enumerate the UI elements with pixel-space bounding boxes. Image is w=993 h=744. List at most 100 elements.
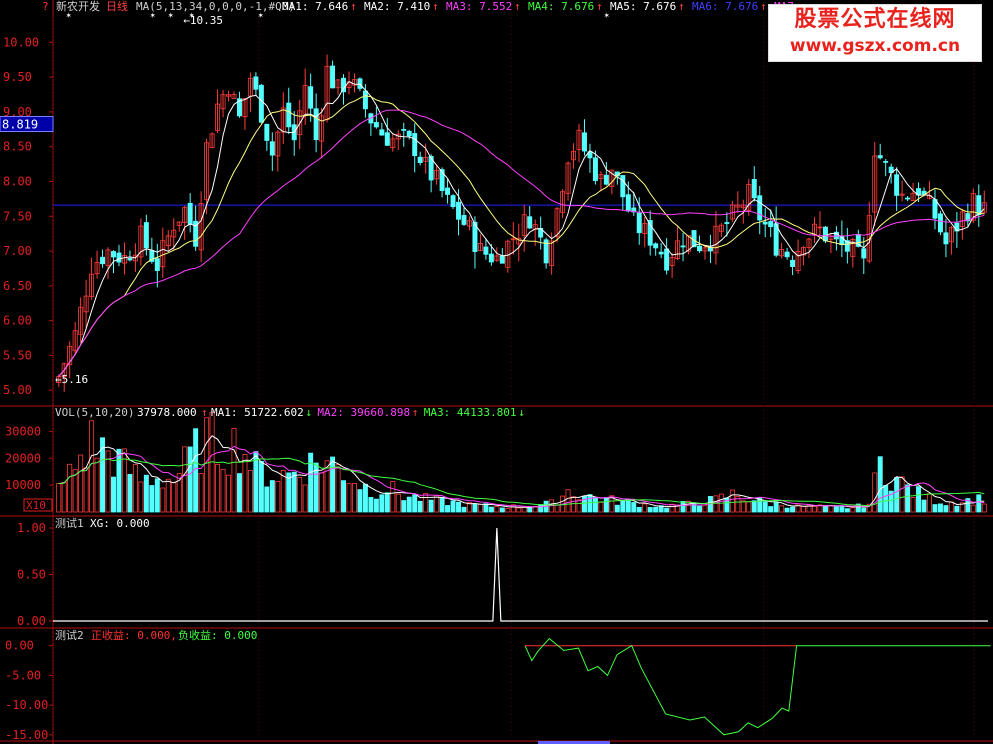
ma-item-4: MA4: 7.676 — [528, 0, 594, 13]
volume-bar-up — [242, 454, 248, 513]
volume-bar-up — [215, 463, 221, 513]
vol-value: 37978.000 — [137, 406, 197, 419]
stock-chart: 10.009.509.008.508.007.507.006.506.005.5… — [0, 0, 993, 744]
volume-bar-up — [302, 484, 308, 513]
vol-item-2: MA2: 39660.898 — [317, 406, 410, 419]
candle-down — [313, 108, 319, 141]
ma-definition: MA(5,13,34,0,0,0,-1,#Q0) — [136, 0, 295, 13]
volume-bar-down — [833, 505, 839, 513]
candle-down — [143, 222, 149, 249]
watermark-line2: www.gszx.com.cn — [789, 36, 961, 56]
candle-down — [357, 78, 363, 89]
vol-item-arrow: ↓ — [518, 406, 525, 419]
candle-down — [406, 130, 412, 137]
candle-down — [330, 65, 336, 89]
price-tick-label: 6.50 — [3, 279, 32, 293]
volume-bar-up — [516, 507, 522, 513]
volume-bar-down — [187, 446, 193, 513]
signal-star-icon: ✶ — [66, 11, 72, 21]
candle-down — [450, 195, 456, 208]
candle-down — [308, 86, 314, 109]
signal-star-icon: ✶ — [604, 11, 610, 21]
price-tick-label: 9.50 — [3, 70, 32, 84]
vol-item-arrow: ↓ — [305, 406, 312, 419]
volume-bar-down — [653, 506, 659, 513]
candle-down — [445, 187, 451, 195]
volume-bar-down — [861, 507, 867, 513]
test1-tick-label: 0.50 — [17, 568, 46, 582]
ma-item-2: MA2: 7.410 — [364, 0, 430, 13]
volume-bar-up — [642, 503, 648, 513]
volume-bar-down — [401, 500, 407, 513]
volume-bar-down — [368, 497, 374, 513]
candle-down — [757, 195, 763, 221]
volume-bar-down — [976, 494, 982, 513]
ma-arrow: ↑ — [514, 0, 521, 13]
vol-title: VOL(5,10,20) — [55, 406, 134, 419]
volume-bar-up — [132, 464, 138, 513]
candle-down — [286, 102, 292, 128]
vol-item-1: MA1: 51722.602 — [211, 406, 304, 419]
candle-down — [417, 156, 423, 163]
volume-bar-up — [72, 469, 78, 513]
volume-bar-down — [439, 496, 445, 513]
candle-down — [527, 216, 533, 229]
candle-down — [362, 90, 368, 110]
volume-bar-up — [182, 446, 188, 513]
ma-arrow: ↑ — [432, 0, 439, 13]
volume-bar-up — [948, 501, 954, 513]
volume-bar-down — [149, 485, 155, 513]
volume-bar-down — [697, 505, 702, 513]
volume-bar-up — [872, 472, 878, 513]
test2-tick-label: -15.00 — [5, 728, 48, 742]
volume-bar-down — [450, 500, 456, 513]
volume-bar-up — [899, 476, 905, 513]
volume-bar-down — [877, 456, 883, 513]
volume-bar-down — [773, 502, 779, 513]
current-price-label: 8.819 — [2, 118, 38, 132]
candle-down — [488, 253, 494, 263]
candle-down — [341, 77, 346, 93]
volume-bar-up — [395, 493, 401, 513]
ma-arrow: ↑ — [678, 0, 685, 13]
volume-bar-up — [275, 481, 281, 513]
volume-bar-up — [554, 504, 560, 513]
watermark-logo: 股票公式在线网 www.gszx.com.cn — [768, 4, 982, 62]
volume-bar-up — [319, 472, 325, 513]
volume-bar-down — [236, 473, 242, 513]
volume-bar-down — [943, 505, 949, 513]
volume-bar-up — [910, 497, 916, 513]
volume-bar-down — [499, 507, 505, 513]
candle-down — [883, 160, 889, 163]
volume-bar-up — [669, 503, 675, 513]
volume-bar-down — [625, 499, 631, 513]
volume-bar-down — [647, 507, 653, 513]
vol-arrow: ↑ — [201, 406, 208, 419]
signal-star-icon: ✶ — [258, 11, 264, 21]
volume-bar-down — [822, 505, 828, 513]
volume-bar-up — [812, 505, 817, 513]
ma-arrow: ↑ — [760, 0, 767, 13]
candle-down — [680, 245, 686, 248]
volume-bar-down — [264, 486, 270, 513]
volume-bar-up — [981, 503, 987, 513]
volume-bar-down — [603, 497, 609, 513]
xg-signal-line — [53, 527, 988, 622]
candle-down — [111, 251, 116, 258]
volume-bar-down — [127, 473, 133, 513]
volume-bar-up — [56, 483, 62, 513]
volume-bar-down — [291, 471, 297, 513]
volume-bar-up — [160, 487, 166, 513]
volume-bar-up — [850, 507, 856, 513]
volume-bar-up — [94, 457, 100, 513]
volume-bar-down — [461, 506, 467, 513]
volume-bar-down — [620, 500, 626, 513]
volume-bar-down — [456, 501, 462, 513]
volume-bar-down — [664, 507, 670, 513]
volume-bar-up — [565, 489, 571, 513]
candle-down — [697, 245, 702, 252]
candle-down — [664, 248, 670, 271]
candle-down — [861, 248, 867, 259]
volume-bar-up — [505, 508, 511, 513]
vol-tick-label: 20000 — [5, 451, 41, 465]
